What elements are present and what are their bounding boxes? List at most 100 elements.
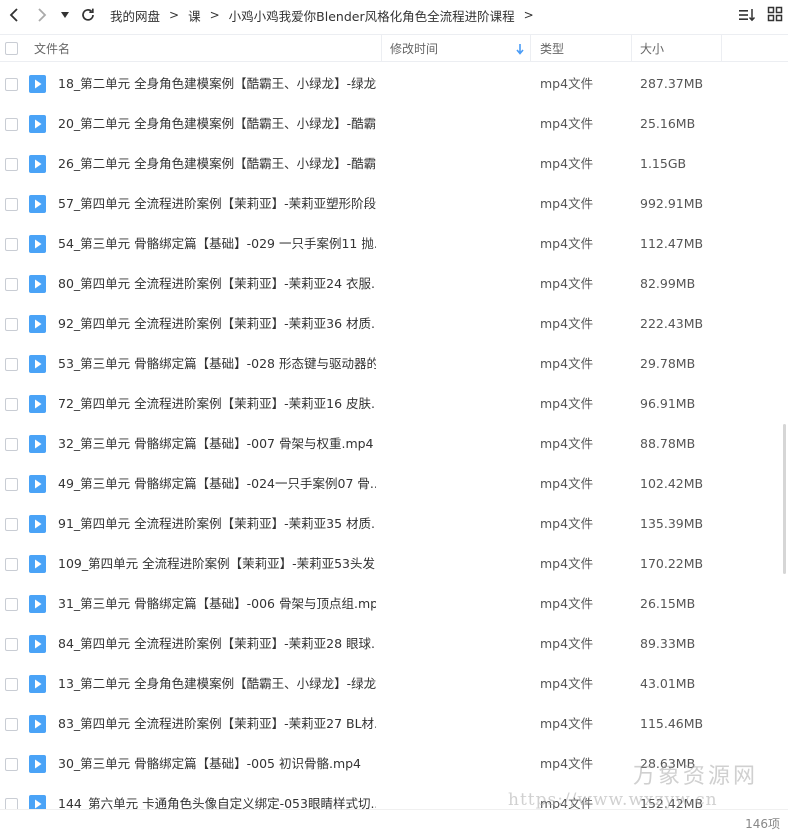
video-file-icon [29,195,46,213]
file-row[interactable]: 31_第三单元 骨骼绑定篇【基础】-006 骨架与顶点组.mp4 mp4文件 26.… [0,584,788,624]
row-checkbox[interactable] [5,438,18,451]
row-checkbox[interactable] [5,238,18,251]
video-file-icon [29,475,46,493]
scrollbar[interactable] [780,64,788,809]
file-row[interactable]: 49_第三单元 骨骼绑定篇【基础】-024一只手案例07 骨... mp4文件 10… [0,464,788,504]
column-divider[interactable] [631,35,632,62]
file-row[interactable]: 26_第二单元 全身角色建模案例【酷霸王、小绿龙】-酷霸... mp4文件 1.15… [0,144,788,184]
scrollbar-thumb[interactable] [783,424,786,574]
row-checkbox[interactable] [5,118,18,131]
checkbox-box[interactable] [5,42,18,55]
file-name[interactable]: 30_第三单元 骨骼绑定篇【基础】-005 初识骨骼.mp4 [58,744,376,784]
file-name[interactable]: 92_第四单元 全流程进阶案例【茉莉亚】-茉莉亚36 材质... [58,304,376,344]
file-row[interactable]: 32_第三单元 骨骼绑定篇【基础】-007 骨架与权重.mp4 mp4文件 88.7… [0,424,788,464]
file-size: 89.33MB [640,636,696,651]
video-file-icon [29,595,46,613]
file-row[interactable]: 92_第四单元 全流程进阶案例【茉莉亚】-茉莉亚36 材质... mp4文件 222… [0,304,788,344]
row-checkbox[interactable] [5,718,18,731]
breadcrumb-separator-icon: > [209,8,220,22]
breadcrumb-item-root[interactable]: 我的网盘 [110,6,160,25]
file-row[interactable]: 53_第三单元 骨骼绑定篇【基础】-028 形态键与驱动器的... mp4文件 29… [0,344,788,384]
file-type: mp4文件 [540,396,594,411]
file-size: 112.47MB [640,236,704,251]
column-divider[interactable] [530,35,531,62]
row-checkbox[interactable] [5,78,18,91]
file-type: mp4文件 [540,316,594,331]
row-checkbox[interactable] [5,198,18,211]
file-row[interactable]: 30_第三单元 骨骼绑定篇【基础】-005 初识骨骼.mp4 mp4文件 28.63… [0,744,788,784]
file-row[interactable]: 72_第四单元 全流程进阶案例【茉莉亚】-茉莉亚16 皮肤... mp4文件 96.… [0,384,788,424]
column-header-type[interactable]: 类型 [540,35,564,62]
file-name[interactable]: 83_第四单元 全流程进阶案例【茉莉亚】-茉莉亚27 BL材... [58,704,376,744]
column-header-size[interactable]: 大小 [640,35,664,62]
column-header-name[interactable]: 文件名 [34,35,70,62]
file-name[interactable]: 109_第四单元 全流程进阶案例【茉莉亚】-茉莉亚53头发... [58,544,376,584]
file-name[interactable]: 54_第三单元 骨骼绑定篇【基础】-029 一只手案例11 抛... [58,224,376,264]
file-type: mp4文件 [540,676,594,691]
file-name[interactable]: 18_第二单元 全身角色建模案例【酷霸王、小绿龙】-绿龙... [58,64,376,104]
file-size: 287.37MB [640,76,704,91]
file-size: 222.43MB [640,316,704,331]
file-size: 115.46MB [640,716,704,731]
file-row[interactable]: 109_第四单元 全流程进阶案例【茉莉亚】-茉莉亚53头发... mp4文件 170… [0,544,788,584]
file-name[interactable]: 84_第四单元 全流程进阶案例【茉莉亚】-茉莉亚28 眼球... [58,624,376,664]
row-checkbox[interactable] [5,478,18,491]
breadcrumb: 我的网盘 > 课 > 小鸡小鸡我爱你Blender风格化角色全流程进阶课程 > [110,0,543,30]
file-name[interactable]: 26_第二单元 全身角色建模案例【酷霸王、小绿龙】-酷霸... [58,144,376,184]
file-row[interactable]: 57_第四单元 全流程进阶案例【茉莉亚】-茉莉亚塑形阶段... mp4文件 992.… [0,184,788,224]
row-checkbox[interactable] [5,158,18,171]
row-checkbox[interactable] [5,398,18,411]
row-checkbox[interactable] [5,518,18,531]
video-file-icon [29,395,46,413]
file-type: mp4文件 [540,756,594,771]
back-button[interactable] [4,5,24,25]
select-all-checkbox[interactable] [5,35,18,62]
video-file-icon [29,435,46,453]
row-checkbox[interactable] [5,558,18,571]
row-checkbox[interactable] [5,278,18,291]
file-row[interactable]: 80_第四单元 全流程进阶案例【茉莉亚】-茉莉亚24 衣服... mp4文件 82.… [0,264,788,304]
file-name[interactable]: 57_第四单元 全流程进阶案例【茉莉亚】-茉莉亚塑形阶段... [58,184,376,224]
history-dropdown-button[interactable] [58,5,72,25]
refresh-button[interactable] [78,5,98,25]
file-type: mp4文件 [540,556,594,571]
file-name[interactable]: 13_第二单元 全身角色建模案例【酷霸王、小绿龙】-绿龙... [58,664,376,704]
file-name[interactable]: 91_第四单元 全流程进阶案例【茉莉亚】-茉莉亚35 材质... [58,504,376,544]
row-checkbox[interactable] [5,758,18,771]
file-row[interactable]: 18_第二单元 全身角色建模案例【酷霸王、小绿龙】-绿龙... mp4文件 287.… [0,64,788,104]
file-name[interactable]: 32_第三单元 骨骼绑定篇【基础】-007 骨架与权重.mp4 [58,424,376,464]
file-row[interactable]: 20_第二单元 全身角色建模案例【酷霸王、小绿龙】-酷霸... mp4文件 25.1… [0,104,788,144]
file-name[interactable]: 20_第二单元 全身角色建模案例【酷霸王、小绿龙】-酷霸... [58,104,376,144]
column-divider[interactable] [381,35,382,62]
row-checkbox[interactable] [5,638,18,651]
file-name[interactable]: 72_第四单元 全流程进阶案例【茉莉亚】-茉莉亚16 皮肤... [58,384,376,424]
file-row[interactable]: 91_第四单元 全流程进阶案例【茉莉亚】-茉莉亚35 材质... mp4文件 135… [0,504,788,544]
view-toggle-button[interactable] [767,6,785,24]
video-file-icon [29,315,46,333]
row-checkbox[interactable] [5,678,18,691]
file-size: 43.01MB [640,676,696,691]
file-row[interactable]: 84_第四单元 全流程进阶案例【茉莉亚】-茉莉亚28 眼球... mp4文件 89.… [0,624,788,664]
file-name[interactable]: 53_第三单元 骨骼绑定篇【基础】-028 形态键与驱动器的... [58,344,376,384]
video-file-icon [29,275,46,293]
file-name[interactable]: 49_第三单元 骨骼绑定篇【基础】-024一只手案例07 骨... [58,464,376,504]
column-divider[interactable] [721,35,722,62]
file-name[interactable]: 80_第四单元 全流程进阶案例【茉莉亚】-茉莉亚24 衣服... [58,264,376,304]
video-file-icon [29,515,46,533]
sort-button[interactable] [738,6,756,24]
row-checkbox[interactable] [5,318,18,331]
forward-button[interactable] [32,5,52,25]
row-checkbox[interactable] [5,598,18,611]
chevron-right-icon [38,8,47,22]
file-size: 102.42MB [640,476,704,491]
file-row[interactable]: 54_第三单元 骨骼绑定篇【基础】-029 一只手案例11 抛... mp4文件 1… [0,224,788,264]
column-header-modified[interactable]: 修改时间 [390,35,438,62]
video-file-icon [29,675,46,693]
file-row[interactable]: 13_第二单元 全身角色建模案例【酷霸王、小绿龙】-绿龙... mp4文件 43.0… [0,664,788,704]
row-checkbox[interactable] [5,358,18,371]
file-row[interactable]: 83_第四单元 全流程进阶案例【茉莉亚】-茉莉亚27 BL材... mp4文件 11… [0,704,788,744]
breadcrumb-item-current[interactable]: 小鸡小鸡我爱你Blender风格化角色全流程进阶课程 [229,6,515,25]
file-name[interactable]: 31_第三单元 骨骼绑定篇【基础】-006 骨架与顶点组.mp4 [58,584,376,624]
file-size: 88.78MB [640,436,696,451]
breadcrumb-item-course[interactable]: 课 [188,6,201,25]
